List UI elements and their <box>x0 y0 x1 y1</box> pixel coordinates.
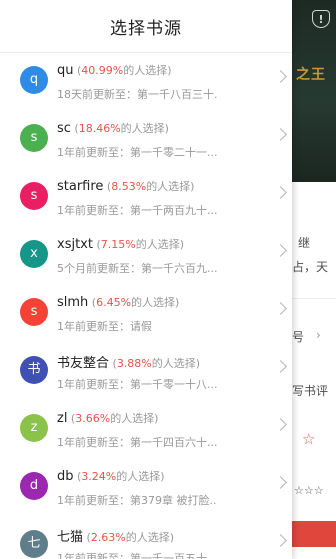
source-avatar: q <box>20 66 48 94</box>
chevron-right-icon <box>274 244 287 257</box>
source-share-suffix: 的人选择) <box>131 296 180 309</box>
source-list: q qu (40.99%的人选择) 18天前更新至：第一千八百三十... s sc (1… <box>0 52 292 559</box>
source-avatar: s <box>20 124 48 152</box>
source-item[interactable]: 七七猫 (2.63%的人选择) 1年前更新至：第一千一百五十... <box>0 516 292 559</box>
source-update: 1年前更新至：请假 <box>57 320 152 333</box>
source-update: 1年前更新至：第一千零一十八... <box>57 378 217 391</box>
book-cover: ! 之王 <box>292 0 336 182</box>
source-percent: 18.46% <box>78 122 121 135</box>
chevron-right-icon <box>274 476 287 489</box>
source-avatar: s <box>20 182 48 210</box>
source-share-suffix: 的人选择) <box>110 412 159 425</box>
source-name: slmh <box>57 295 89 310</box>
source-share-suffix: 的人选择) <box>120 122 169 135</box>
source-title: starfire (8.53%的人选择) <box>57 178 194 194</box>
source-avatar: 书 <box>20 356 48 384</box>
source-share: (6.45%的人选择) <box>88 296 180 309</box>
source-update: 1年前更新至：第379章 被打脸... <box>57 494 217 507</box>
catalog-text: 号 <box>292 330 305 344</box>
rating-stars[interactable]: ☆☆☆ <box>294 484 324 497</box>
source-item[interactable]: s sc (18.46%的人选择) 1年前更新至：第一千零二十一... <box>0 110 292 168</box>
source-title: db (3.24%的人选择) <box>57 468 165 484</box>
chevron-right-icon <box>274 418 287 431</box>
intro-text-1: 继 <box>298 236 311 250</box>
chevron-right-icon <box>274 70 287 83</box>
star-icon: ☆ <box>302 430 316 448</box>
source-update: 18天前更新至：第一千八百三十... <box>57 88 217 101</box>
source-title: 七猫 (2.63%的人选择) <box>57 526 174 545</box>
chevron-right-icon: › <box>316 328 321 342</box>
source-item[interactable]: x xsjtxt (7.15%的人选择) 5个月前更新至：第一千六百九... <box>0 226 292 284</box>
source-name: sc <box>57 121 71 136</box>
source-name: xsjtxt <box>57 237 93 252</box>
source-item[interactable]: s slmh (6.45%的人选择) 1年前更新至：请假 <box>0 284 292 342</box>
source-share: (18.46%的人选择) <box>70 122 169 135</box>
source-name: zl <box>57 411 68 426</box>
source-share: (8.53%的人选择) <box>103 180 195 193</box>
source-percent: 40.99% <box>81 64 124 77</box>
source-name: starfire <box>57 179 104 194</box>
source-title: qu (40.99%的人选择) <box>57 62 172 78</box>
source-percent: 2.63% <box>90 531 126 544</box>
source-update: 1年前更新至：第一千四百六十... <box>57 436 217 449</box>
source-share-suffix: 的人选择) <box>146 180 195 193</box>
source-share-suffix: 的人选择) <box>151 357 201 370</box>
background-page: ! 之王 继 占，天 号 › 写书评 ☆ ☆☆☆ <box>292 0 336 559</box>
source-item[interactable]: q qu (40.99%的人选择) 18天前更新至：第一千八百三十... <box>0 52 292 110</box>
source-percent: 3.24% <box>81 470 117 483</box>
source-update: 1年前更新至：第一千一百五十... <box>57 552 217 559</box>
source-percent: 3.88% <box>116 357 152 370</box>
source-item[interactable]: s starfire (8.53%的人选择) 1年前更新至：第一千两百九十... <box>0 168 292 226</box>
source-share-suffix: 的人选择) <box>123 64 172 77</box>
source-name: 书友整合 <box>57 356 110 371</box>
source-share: (3.24%的人选择) <box>73 470 165 483</box>
cover-title: 之王 <box>296 67 326 83</box>
chevron-right-icon <box>274 534 287 547</box>
source-percent: 8.53% <box>111 180 147 193</box>
source-title: slmh (6.45%的人选择) <box>57 294 179 310</box>
source-avatar: z <box>20 414 48 442</box>
source-share: (7.15%的人选择) <box>92 238 185 251</box>
source-item[interactable]: d db (3.24%的人选择) 1年前更新至：第379章 被打脸... <box>0 458 292 516</box>
drawer-title: 选择书源 <box>110 18 182 39</box>
source-avatar: d <box>20 472 48 500</box>
source-item[interactable]: 书书友整合 (3.88%的人选择) 1年前更新至：第一千零一十八... <box>0 342 292 400</box>
source-title: sc (18.46%的人选择) <box>57 120 169 136</box>
chevron-right-icon <box>274 302 287 315</box>
source-update: 1年前更新至：第一千零二十一... <box>57 146 217 159</box>
chevron-right-icon <box>274 128 287 141</box>
write-review-link[interactable]: 写书评 <box>292 382 328 399</box>
read-button[interactable] <box>292 521 336 547</box>
source-item[interactable]: z zl (3.66%的人选择) 1年前更新至：第一千四百六十... <box>0 400 292 458</box>
source-share: (3.88%的人选择) <box>109 357 201 370</box>
source-title: zl (3.66%的人选择) <box>57 410 158 426</box>
source-share-suffix: 的人选择) <box>125 531 175 544</box>
source-percent: 6.45% <box>96 296 132 309</box>
shield-icon[interactable]: ! <box>312 10 330 28</box>
source-avatar: s <box>20 298 48 326</box>
source-avatar: 七 <box>20 530 48 558</box>
source-share: (2.63%的人选择) <box>83 531 175 544</box>
source-name: qu <box>57 63 74 78</box>
source-name: db <box>57 469 74 484</box>
chevron-right-icon <box>274 186 287 199</box>
source-percent: 7.15% <box>100 238 136 251</box>
source-title: xsjtxt (7.15%的人选择) <box>57 236 184 252</box>
source-update: 1年前更新至：第一千两百九十... <box>57 204 217 217</box>
chevron-right-icon <box>274 360 287 373</box>
divider <box>292 298 336 299</box>
source-percent: 3.66% <box>75 412 111 425</box>
source-share-suffix: 的人选择) <box>135 238 185 251</box>
source-share: (40.99%的人选择) <box>73 64 172 77</box>
source-share: (3.66%的人选择) <box>67 412 159 425</box>
drawer-header: 选择书源 <box>0 0 292 53</box>
intro-text-2: 占，天 <box>292 260 329 274</box>
source-title: 书友整合 (3.88%的人选择) <box>57 352 200 371</box>
source-name: 七猫 <box>57 530 84 545</box>
source-update: 5个月前更新至：第一千六百九... <box>57 262 217 275</box>
source-share-suffix: 的人选择) <box>116 470 165 483</box>
source-avatar: x <box>20 240 48 268</box>
source-drawer: 选择书源 q qu (40.99%的人选择) 18天前更新至：第一千八百三十... s… <box>0 0 292 559</box>
